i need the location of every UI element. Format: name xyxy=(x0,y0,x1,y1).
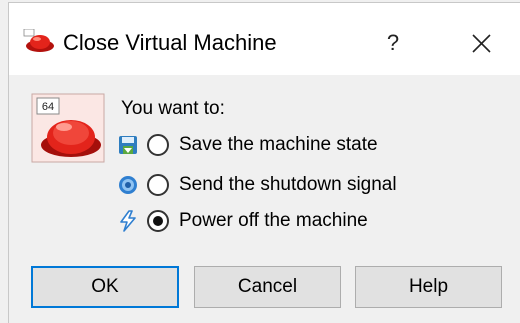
option-label: Power off the machine xyxy=(179,210,368,231)
window-close-button[interactable] xyxy=(457,21,505,65)
help-button[interactable]: Help xyxy=(355,266,502,308)
virtualbox-app-icon xyxy=(23,29,54,52)
ok-button[interactable]: OK xyxy=(31,266,179,308)
window-title: Close Virtual Machine xyxy=(63,30,277,55)
save-state-icon xyxy=(119,136,137,154)
context-help-button[interactable]: ? xyxy=(369,21,417,65)
option-label: Save the machine state xyxy=(179,134,378,155)
virtualbox-64bit-icon: 64 xyxy=(31,93,105,163)
title-bar: Close Virtual Machine ? xyxy=(9,3,520,75)
option-save-state[interactable]: Save the machine state xyxy=(117,130,378,160)
option-power-off[interactable]: Power off the machine xyxy=(117,206,368,236)
close-icon xyxy=(472,34,491,53)
prompt-label: You want to: xyxy=(121,98,225,119)
bitness-badge: 64 xyxy=(42,101,54,113)
cancel-button[interactable]: Cancel xyxy=(194,266,341,308)
option-label: Send the shutdown signal xyxy=(179,174,397,195)
power-off-icon xyxy=(120,210,136,232)
radio-shutdown-signal[interactable] xyxy=(147,174,169,196)
option-shutdown-signal[interactable]: Send the shutdown signal xyxy=(117,170,397,200)
radio-save-state[interactable] xyxy=(147,134,169,156)
shutdown-signal-icon xyxy=(119,176,137,194)
radio-power-off[interactable] xyxy=(147,210,169,232)
close-vm-dialog: Close Virtual Machine ? 64 You want to: … xyxy=(8,2,520,323)
